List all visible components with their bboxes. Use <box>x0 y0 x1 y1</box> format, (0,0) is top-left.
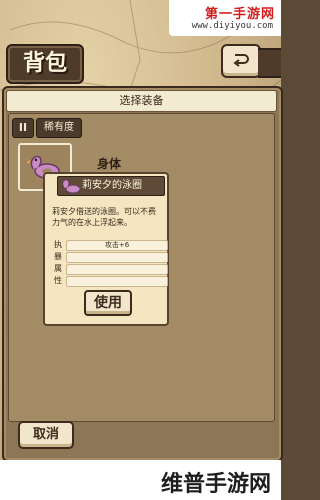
stat-label: 属 <box>54 264 62 273</box>
stat-row: 暴 <box>54 252 168 263</box>
back-button[interactable] <box>221 44 261 78</box>
stat-value <box>66 264 168 275</box>
stat-value <box>66 276 168 287</box>
use-button-label: 使用 <box>94 295 122 311</box>
item-category: 身体 <box>96 157 121 171</box>
panel-title: 选择装备 <box>119 94 164 107</box>
watermark-top: 第一手游网 www.diyiyou.com <box>169 0 281 36</box>
sort-rarity-button[interactable]: 稀有度 <box>36 118 82 138</box>
back-arrow-icon <box>233 54 249 67</box>
watermark-title: 第一手游网 <box>204 7 275 22</box>
stat-label: 性 <box>54 276 62 285</box>
item-description: 莉安夕借送的泳圈。可以不费力气的在水上浮起来。 <box>52 207 156 227</box>
stat-value: 攻击+6 <box>66 240 168 251</box>
cancel-button-label: 取消 <box>32 427 59 442</box>
item-name-bar: 莉安夕的泳圈 <box>57 176 165 196</box>
swim-ring-small-icon <box>62 179 81 194</box>
stat-row: 执 攻击+6 <box>54 240 168 251</box>
cancel-button[interactable]: 取消 <box>18 421 74 449</box>
stat-label: 执 <box>54 240 62 249</box>
sort-toggle-icon[interactable]: II <box>12 118 34 138</box>
stat-value <box>66 252 168 263</box>
sort-rarity-label: 稀有度 <box>44 122 74 133</box>
watermark-bottom: 维普手游网 <box>0 460 281 500</box>
header-bar-decoration <box>258 48 281 78</box>
panel-title-bar: 选择装备 <box>6 90 277 112</box>
page-title: 背包 <box>22 51 67 76</box>
item-name: 莉安夕的泳圈 <box>82 180 142 191</box>
use-button[interactable]: 使用 <box>84 290 132 316</box>
stat-label: 暴 <box>54 252 62 261</box>
page-title-plate: 背包 <box>6 44 84 84</box>
watermark-bottom-text: 维普手游网 <box>160 472 271 497</box>
stat-row: 属 <box>54 264 168 275</box>
watermark-url: www.diyiyou.com <box>191 21 273 31</box>
stat-row: 性 <box>54 276 168 287</box>
